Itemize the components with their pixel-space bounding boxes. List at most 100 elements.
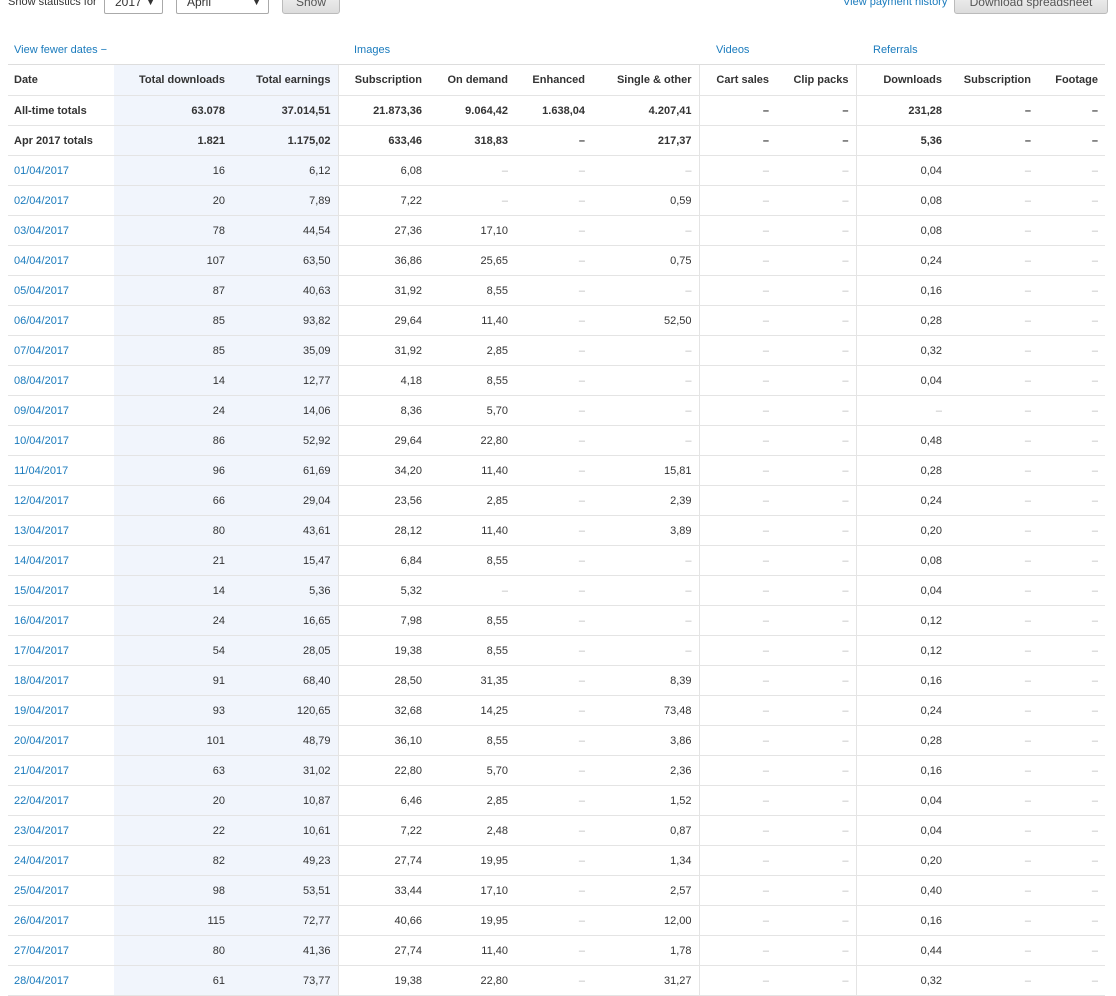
date-link[interactable]: 23/04/2017 — [8, 815, 114, 846]
date-link[interactable]: 11/04/2017 — [8, 455, 114, 486]
col-images-single-other[interactable]: Single & other — [592, 64, 699, 96]
table-cell: 49,23 — [232, 845, 338, 876]
table-cell: – — [776, 815, 856, 846]
table-cell: 0,08 — [855, 185, 949, 216]
table-cell: – — [515, 635, 592, 666]
table-cell: 4.207,41 — [592, 95, 699, 126]
table-cell: 15,47 — [232, 545, 338, 576]
table-cell: 21 — [114, 545, 232, 576]
table-cell: – — [698, 785, 776, 816]
table-cell: – — [949, 335, 1038, 366]
col-total-downloads[interactable]: Total downloads — [114, 64, 232, 96]
month-select[interactable]: April ▼ — [176, 0, 269, 14]
table-cell: 3,89 — [592, 515, 699, 546]
col-referrals-footage[interactable]: Footage — [1038, 64, 1105, 96]
date-link[interactable]: 10/04/2017 — [8, 425, 114, 456]
table-cell: 82 — [114, 845, 232, 876]
table-cell: – — [949, 425, 1038, 456]
date-link[interactable]: 28/04/2017 — [8, 965, 114, 996]
dropdown-arrow-icon: ▼ — [146, 0, 155, 7]
col-images-on-demand[interactable]: On demand — [429, 64, 515, 96]
col-images-subscription[interactable]: Subscription — [337, 64, 429, 96]
date-link[interactable]: 13/04/2017 — [8, 515, 114, 546]
date-link[interactable]: 25/04/2017 — [8, 875, 114, 906]
col-images-enhanced[interactable]: Enhanced — [515, 64, 592, 96]
view-fewer-dates-link[interactable]: View fewer dates − — [14, 44, 107, 56]
table-cell: 8,39 — [592, 665, 699, 696]
date-link[interactable]: 15/04/2017 — [8, 575, 114, 606]
date-link[interactable]: 02/04/2017 — [8, 185, 114, 216]
date-link[interactable]: 27/04/2017 — [8, 935, 114, 966]
date-link[interactable]: 18/04/2017 — [8, 665, 114, 696]
table-cell: – — [592, 335, 699, 366]
table-cell: 20 — [114, 185, 232, 216]
table-cell: – — [776, 335, 856, 366]
referrals-group-link[interactable]: Referrals — [873, 44, 918, 56]
table-cell: 0,59 — [592, 185, 699, 216]
table-cell: – — [776, 155, 856, 186]
table-cell: – — [1038, 395, 1105, 426]
date-link[interactable]: 26/04/2017 — [8, 905, 114, 936]
date-link[interactable]: 16/04/2017 — [8, 605, 114, 636]
download-spreadsheet-button[interactable]: Download spreadsheet — [954, 0, 1108, 14]
table-cell: – — [515, 335, 592, 366]
date-link[interactable]: 07/04/2017 — [8, 335, 114, 366]
table-cell: 73,48 — [592, 695, 699, 726]
date-link[interactable]: 05/04/2017 — [8, 275, 114, 306]
table-cell: 66 — [114, 485, 232, 516]
videos-group-link[interactable]: Videos — [716, 44, 749, 56]
table-cell: 1.175,02 — [232, 125, 338, 156]
table-cell: 5,70 — [429, 395, 515, 426]
col-referrals-subscription[interactable]: Subscription — [949, 64, 1038, 96]
table-cell: – — [776, 95, 856, 126]
date-link[interactable]: 24/04/2017 — [8, 845, 114, 876]
images-group-link[interactable]: Images — [354, 44, 390, 56]
table-cell: – — [515, 845, 592, 876]
date-link[interactable]: 20/04/2017 — [8, 725, 114, 756]
view-payment-history-link[interactable]: View payment history — [843, 0, 947, 8]
date-link[interactable]: 22/04/2017 — [8, 785, 114, 816]
date-link[interactable]: 12/04/2017 — [8, 485, 114, 516]
table-cell: 80 — [114, 935, 232, 966]
table-cell: 8,55 — [429, 725, 515, 756]
table-cell: 8,55 — [429, 605, 515, 636]
table-cell: – — [1038, 125, 1105, 156]
table-cell: – — [776, 425, 856, 456]
date-link[interactable]: 14/04/2017 — [8, 545, 114, 576]
table-cell: 27,36 — [337, 215, 429, 246]
table-cell: – — [776, 605, 856, 636]
table-cell: – — [698, 725, 776, 756]
date-link[interactable]: 08/04/2017 — [8, 365, 114, 396]
table-cell: – — [949, 845, 1038, 876]
table-cell: – — [1038, 755, 1105, 786]
table-cell: 10,87 — [232, 785, 338, 816]
table-cell: – — [592, 605, 699, 636]
table-cell: 31,92 — [337, 275, 429, 306]
year-select[interactable]: 2017 ▼ — [104, 0, 163, 14]
table-row: 03/04/2017 78 44,54 27,36 17,10– – – –0,08– – — [8, 215, 1105, 246]
totals-row: Apr 2017 totals 1.821 1.175,02 633,46 318,83… — [8, 125, 1105, 156]
date-link[interactable]: 17/04/2017 — [8, 635, 114, 666]
table-cell: – — [515, 905, 592, 936]
date-link[interactable]: 01/04/2017 — [8, 155, 114, 186]
col-referrals-downloads[interactable]: Downloads — [855, 64, 949, 96]
date-link[interactable]: 03/04/2017 — [8, 215, 114, 246]
col-total-earnings[interactable]: Total earnings — [232, 64, 338, 96]
table-cell: – — [776, 215, 856, 246]
date-link[interactable]: 09/04/2017 — [8, 395, 114, 426]
date-link[interactable]: 21/04/2017 — [8, 755, 114, 786]
date-link[interactable]: 04/04/2017 — [8, 245, 114, 276]
col-date[interactable]: Date — [8, 64, 114, 96]
col-videos-clip-packs[interactable]: Clip packs — [776, 64, 856, 96]
table-cell: 27,74 — [337, 845, 429, 876]
table-row: 05/04/2017 87 40,63 31,92 8,55– – – –0,16– – — [8, 275, 1105, 306]
table-cell: – — [1038, 95, 1105, 126]
show-button[interactable]: Show — [282, 0, 340, 14]
date-link[interactable]: 19/04/2017 — [8, 695, 114, 726]
table-cell: – — [776, 395, 856, 426]
table-cell: – — [1038, 905, 1105, 936]
date-link[interactable]: 06/04/2017 — [8, 305, 114, 336]
table-cell: – — [592, 545, 699, 576]
col-videos-cart-sales[interactable]: Cart sales — [698, 64, 776, 96]
table-cell: 7,98 — [337, 605, 429, 636]
